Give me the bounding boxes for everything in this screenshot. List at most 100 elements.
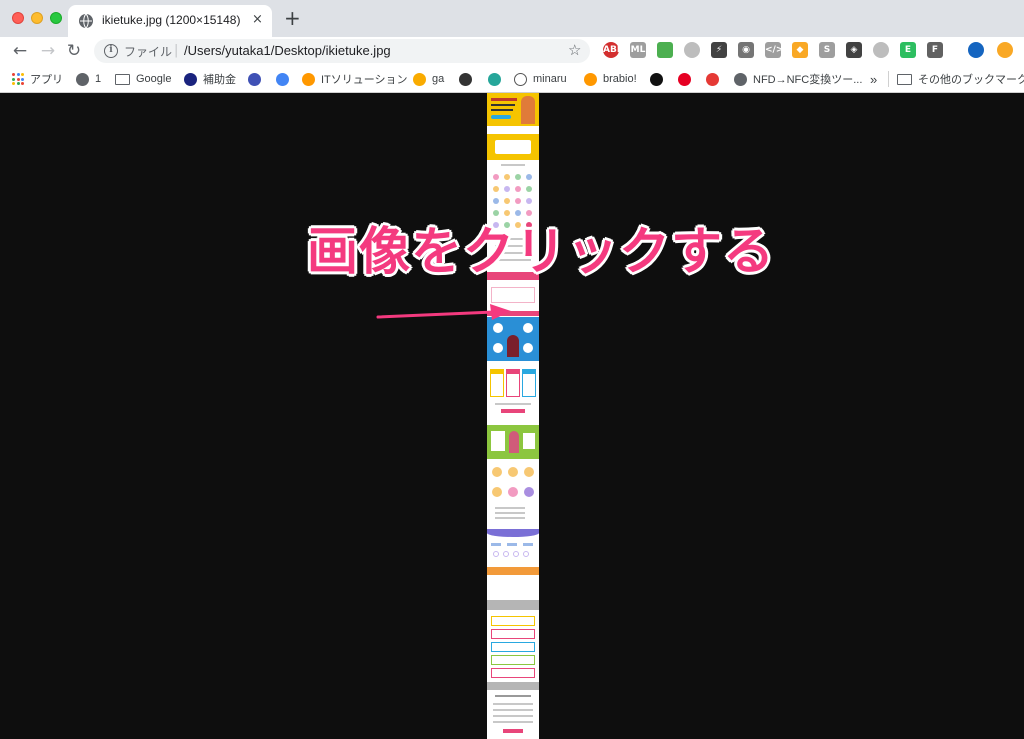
annotation-arrow-icon [376,304,511,320]
close-window-button[interactable] [12,12,24,24]
image-section-orange [487,567,539,575]
bookmark-1-icon [76,72,89,86]
bookmark-nfd[interactable]: NFD→NFC変換ツー... [734,70,862,88]
bookmark-google-folder[interactable]: Google [115,70,171,88]
bookmark-hojokin[interactable]: 補助金 [184,70,236,88]
bookmark-brabio[interactable]: brabio! [584,70,637,88]
address-bar[interactable]: i ファイル | /Users/yutaka1/Desktop/ikietuke… [94,39,590,63]
globe-gray-icon[interactable] [873,42,889,58]
image-section-purple [487,529,539,537]
thumbnail-icon [493,186,499,192]
annotation-label: 画像をクリックする [307,223,776,282]
bookmark-it-solution[interactable]: ITソリューション [302,70,408,88]
bookmark-1-label: 1 [95,73,102,85]
bookmark-cloud-icon [488,72,501,86]
bookmark-separator [888,71,889,87]
bookmark-minaru-label: minaru [533,73,567,85]
apps-grid-icon [12,73,24,85]
evernote-icon[interactable]: E [900,42,916,58]
image-section-hero [487,93,539,126]
thumbnail-icon [515,198,521,204]
bookmark-panda-icon [459,72,472,86]
bookmark-brabio-label: brabio! [603,73,637,85]
thumbnail-icon [526,186,532,192]
bookmark-c-icon [248,72,261,86]
bookmark-g[interactable] [276,70,295,88]
globe-icon [79,13,93,29]
folder-icon [897,73,912,85]
bookmark-cloud[interactable] [488,70,507,88]
image-viewport: 画像をクリックする [0,93,1024,739]
bookmark-overflow-button[interactable]: » [870,70,877,88]
bookmark-other-label: その他のブックマーク [918,74,1024,86]
maximize-window-button[interactable] [50,12,62,24]
forward-button[interactable]: → [38,41,58,61]
bookmark-other[interactable]: その他のブックマーク [897,70,1024,88]
bookmark-minaru-icon [514,72,527,86]
thumbnail-icon [526,198,532,204]
image-section-green [487,425,539,459]
image-section-features [487,459,539,527]
bookmark-apps[interactable]: アプリ [12,70,63,88]
thumbnail-icon [493,198,499,204]
tab-ikietuke[interactable]: ikietuke.jpg (1200×15148) × [68,5,272,37]
image-section-gray [487,600,539,610]
gray-circle-icon[interactable] [684,42,700,58]
url-text[interactable]: /Users/yutaka1/Desktop/ikietuke.jpg [184,43,391,58]
bookmark-pinterest[interactable] [678,70,697,88]
image-section-faq [487,612,539,682]
bookmark-l[interactable] [650,70,669,88]
url-scheme-label: ファイル [124,45,173,59]
profile-avatar-icon[interactable] [968,42,984,58]
image-section-pricing [487,363,539,425]
thumbnail-icon [515,174,521,180]
bookmark-brabio-icon [584,72,597,86]
s-extension-icon[interactable]: S [819,42,835,58]
update-icon[interactable] [997,42,1013,58]
color-wheel-icon[interactable] [657,42,673,58]
camera-icon[interactable]: ◉ [738,42,754,58]
layers-icon[interactable]: ◈ [846,42,862,58]
thumbnail-icon [515,186,521,192]
thumbnail-icon [504,186,510,192]
bookmark-g-icon [276,72,289,86]
bookmark-nfd-label: NFD→NFC変換ツー... [753,74,863,86]
lightning-icon[interactable]: ⚡ [711,42,727,58]
bookmark-hojokin-label: 補助金 [203,74,236,86]
compass-icon[interactable]: ◆ [792,42,808,58]
new-tab-button[interactable]: + [284,8,301,28]
toolbar: ← → ↻ i ファイル | /Users/yutaka1/Desktop/ik… [0,37,1024,65]
thumbnail-icon [493,174,499,180]
bookmark-star-icon[interactable]: ☆ [568,41,581,59]
bookmark-minaru[interactable]: minaru [514,70,567,88]
image-section-blue [487,317,539,361]
puzzle-icon[interactable]: F [927,42,943,58]
bookmark-1[interactable]: 1 [76,70,101,88]
long-image-thumbnail[interactable] [487,93,539,739]
bookmark-hojokin-icon [184,72,197,86]
bookmark-panda[interactable] [459,70,478,88]
thumbnail-icon [504,198,510,204]
bookmark-nfd-icon [734,72,747,86]
back-button[interactable]: ← [10,41,30,61]
reload-button[interactable]: ↻ [64,41,84,61]
tab-close-icon[interactable]: × [252,12,263,27]
minimize-window-button[interactable] [31,12,43,24]
bookmark-l-icon [650,72,663,86]
browser-window: ikietuke.jpg (1200×15148) × + ← → ↻ i ファ… [0,0,1024,739]
thumbnail-icon [504,174,510,180]
bookmark-ga-icon [413,72,426,86]
adblock-plus-icon[interactable]: ABP [603,42,623,58]
info-icon[interactable]: i [104,44,118,58]
bookmark-flower[interactable] [706,70,725,88]
ml-extension-icon[interactable]: ML [630,42,646,58]
url-separator: | [174,43,179,58]
tab-title: ikietuke.jpg (1200×15148) [102,13,241,27]
bookmark-ga[interactable]: ga [413,70,444,88]
folder-icon [115,73,130,85]
code-icon[interactable]: </> [765,42,783,58]
bookmark-google-folder-label: Google [136,73,172,85]
bookmark-it-solution-label: ITソリューション [321,74,408,86]
bookmark-c[interactable] [248,70,267,88]
thumbnail-icon [526,174,532,180]
